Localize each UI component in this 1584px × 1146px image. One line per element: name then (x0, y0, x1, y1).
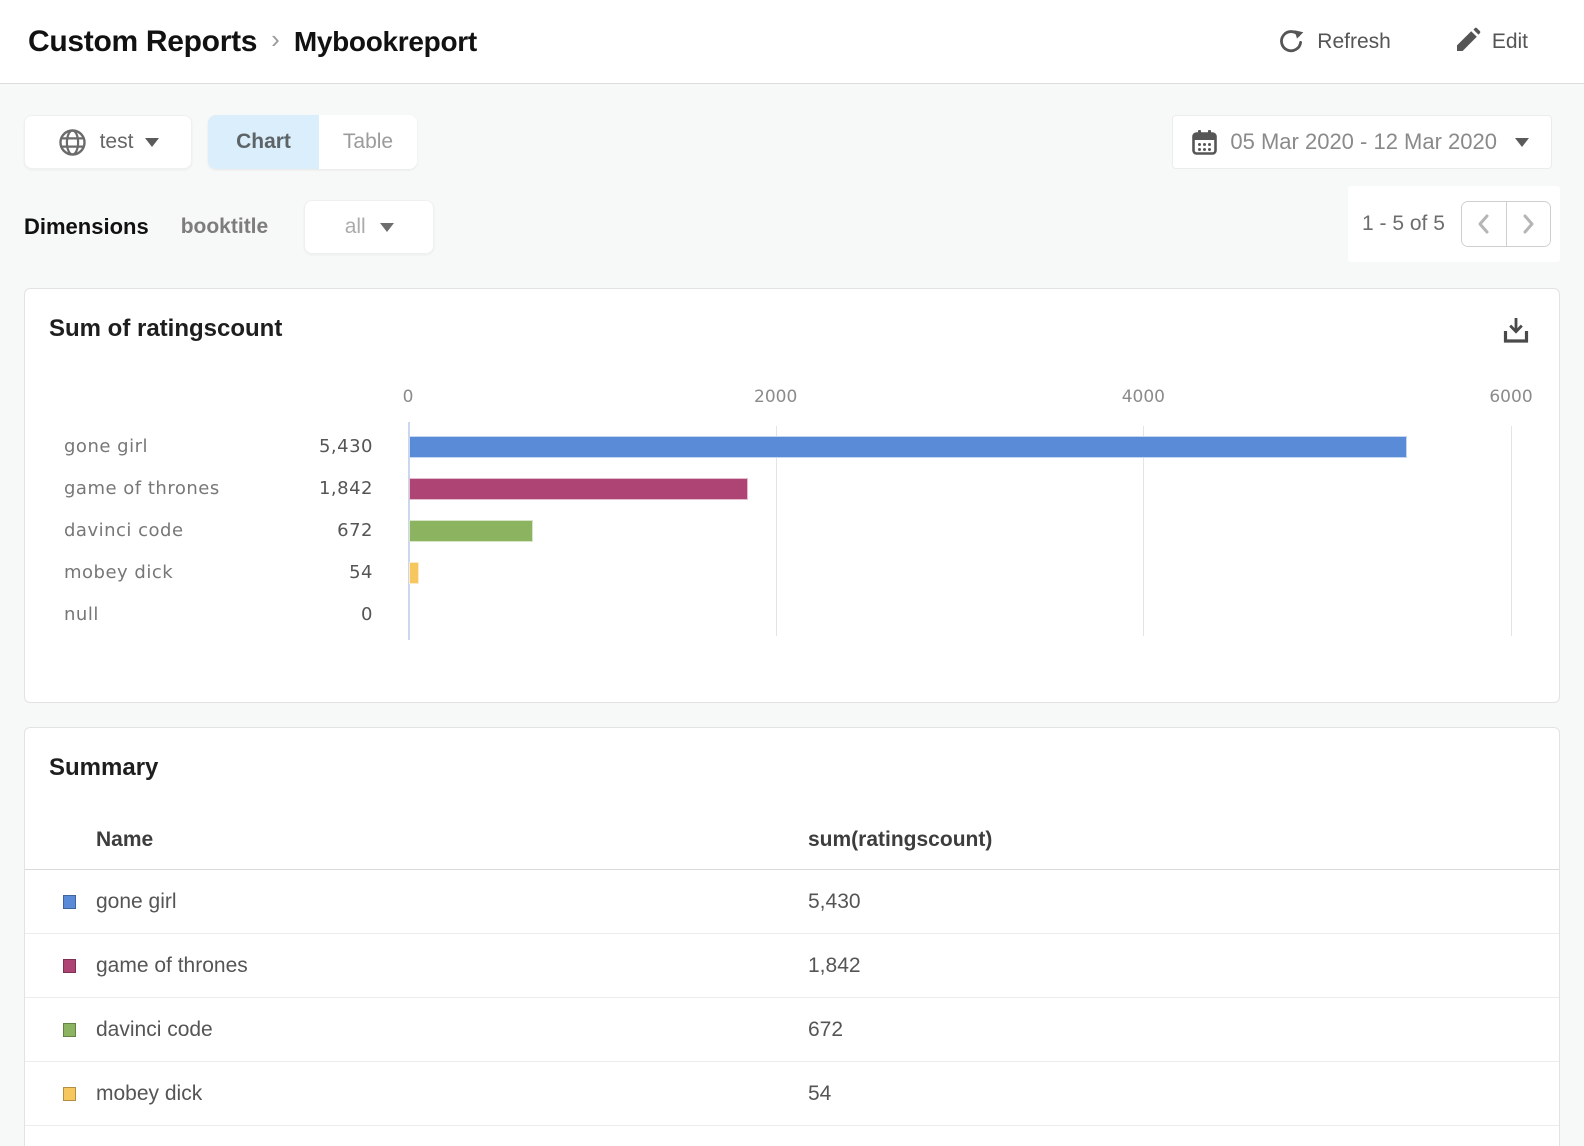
calendar-icon (1191, 129, 1218, 156)
category-label: null (64, 594, 99, 636)
breadcrumb: Custom Reports › Mybookreport (28, 24, 1276, 59)
category-label: mobey dick (64, 552, 173, 594)
pencil-icon (1451, 27, 1481, 57)
value-label: 1,842 (225, 468, 373, 510)
bar-game-of-thrones[interactable] (409, 478, 748, 500)
chevron-right-icon (1519, 213, 1537, 235)
row-name: gone girl (96, 870, 177, 934)
edit-button[interactable]: Edit (1451, 27, 1528, 57)
column-header-value: sum(ratingscount) (808, 828, 992, 852)
refresh-button[interactable]: Refresh (1276, 27, 1391, 57)
bar-davinci-code[interactable] (409, 520, 533, 542)
pagination: 1 - 5 of 5 (1348, 186, 1560, 262)
summary-table: Name sum(ratingscount) gone girl5,430gam… (25, 820, 1559, 1126)
summary-card: Summary Name sum(ratingscount) gone girl… (24, 727, 1560, 1146)
previous-page-button[interactable] (1462, 202, 1506, 246)
next-page-button[interactable] (1506, 202, 1550, 246)
chart-card: Sum of ratingscount 0200040006000gone gi… (24, 288, 1560, 703)
value-label: 5,430 (225, 426, 373, 468)
edit-label: Edit (1492, 30, 1528, 54)
series-color-swatch (63, 895, 76, 909)
dimension-field-label: booktitle (181, 215, 269, 239)
chevron-down-icon (1515, 138, 1529, 147)
table-row: gone girl 5,430 (25, 870, 1559, 934)
table-row: mobey dick 54 (25, 1062, 1559, 1126)
value-label: 0 (225, 594, 373, 636)
bar-mobey-dick[interactable] (409, 562, 419, 584)
summary-table-body: gone girl5,430game of thrones1,842davinc… (25, 870, 1559, 1126)
row-value: 1,842 (808, 934, 861, 998)
row-value: 54 (808, 1062, 831, 1126)
category-label: gone girl (64, 426, 148, 468)
row-value: 672 (808, 998, 843, 1062)
date-range-picker[interactable]: 05 Mar 2020 - 12 Mar 2020 (1172, 115, 1552, 169)
chevron-down-icon (380, 223, 394, 232)
series-color-swatch (63, 1023, 76, 1037)
tab-chart[interactable]: Chart (208, 115, 319, 169)
value-label: 672 (225, 510, 373, 552)
summary-table-header: Name sum(ratingscount) (25, 820, 1559, 870)
gridline (1511, 426, 1512, 636)
row-name: game of thrones (96, 934, 248, 998)
summary-title: Summary (49, 754, 158, 782)
dimension-filter-value: all (345, 215, 366, 239)
row-name: davinci code (96, 998, 213, 1062)
breadcrumb-root[interactable]: Custom Reports (28, 25, 257, 59)
category-label: davinci code (64, 510, 184, 552)
row-value: 5,430 (808, 870, 861, 934)
table-row: davinci code 672 (25, 998, 1559, 1062)
dimensions-label: Dimensions (24, 214, 149, 240)
chevron-left-icon (1475, 213, 1493, 235)
pager-buttons (1461, 201, 1551, 247)
pagination-range-label: 1 - 5 of 5 (1362, 212, 1445, 236)
table-row: game of thrones 1,842 (25, 934, 1559, 998)
series-color-swatch (63, 959, 76, 973)
refresh-icon (1276, 27, 1306, 57)
column-header-name: Name (96, 828, 153, 852)
dimension-filter-dropdown[interactable]: all (304, 200, 434, 254)
refresh-label: Refresh (1317, 30, 1391, 54)
bar-chart: 0 2000 4000 6000 gone girl 5,430game of thron… (25, 289, 1559, 702)
globe-icon (57, 127, 88, 158)
x-axis-tick-label: 4000 (1122, 387, 1165, 407)
breadcrumb-separator-icon: › (271, 24, 280, 59)
scope-dropdown-value: test (100, 130, 134, 154)
series-color-swatch (63, 1087, 76, 1101)
chevron-down-icon (145, 138, 159, 147)
bar-gone-girl[interactable] (409, 436, 1407, 458)
x-axis-tick-label: 0 (403, 387, 414, 407)
custom-report-page: { "header": { "breadcrumb_root": "Custom… (0, 0, 1584, 1146)
row-name: mobey dick (96, 1062, 202, 1126)
header: Custom Reports › Mybookreport Refresh Ed… (0, 0, 1584, 84)
controls-row: test Chart Table 05 Mar 2020 - 12 Mar 20… (24, 115, 1560, 169)
x-axis-tick-label: 2000 (754, 387, 797, 407)
value-label: 54 (225, 552, 373, 594)
scope-dropdown[interactable]: test (24, 115, 192, 169)
tab-table[interactable]: Table (319, 115, 417, 169)
dimensions-row: Dimensions booktitle all (24, 200, 1560, 254)
page-title: Mybookreport (294, 26, 477, 58)
date-range-value: 05 Mar 2020 - 12 Mar 2020 (1230, 129, 1497, 155)
view-switcher: Chart Table (208, 115, 417, 169)
category-label: game of thrones (64, 468, 220, 510)
x-axis-tick-label: 6000 (1489, 387, 1532, 407)
